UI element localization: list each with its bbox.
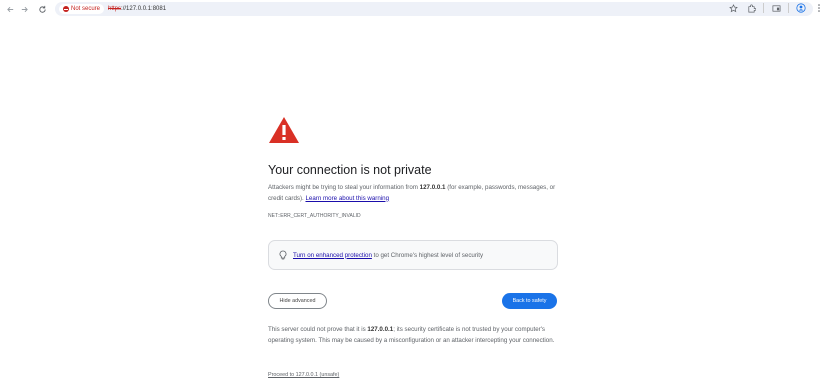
lightbulb-icon: [279, 250, 287, 260]
proceed-unsafe-link[interactable]: Proceed to 127.0.0.1 (unsafe): [268, 372, 339, 378]
not-secure-icon: [63, 6, 69, 12]
page-title: Your connection is not private: [268, 163, 432, 177]
enhanced-protection-box: Turn on enhanced protection to get Chrom…: [268, 240, 558, 270]
security-chip[interactable]: Not secure: [59, 4, 105, 14]
toolbar-divider: [763, 3, 764, 13]
toolbar-divider: [788, 3, 789, 13]
hide-advanced-button[interactable]: Hide advanced: [268, 293, 327, 309]
forward-icon[interactable]: [16, 1, 32, 17]
warning-icon: [269, 117, 299, 143]
security-chip-label: Not secure: [71, 6, 101, 12]
advanced-host: 127.0.0.1: [367, 326, 394, 333]
profile-icon[interactable]: [795, 2, 807, 14]
enhanced-protection-link[interactable]: Turn on enhanced protection: [293, 252, 372, 259]
menu-icon[interactable]: [813, 2, 825, 14]
star-icon[interactable]: [727, 2, 739, 14]
learn-more-link[interactable]: Learn more about this warning: [305, 195, 389, 202]
url-scheme: https: [108, 6, 122, 12]
reload-icon[interactable]: [34, 1, 50, 17]
advanced-text: This server could not prove that it is: [268, 326, 368, 333]
enhanced-protection-rest: to get Chrome's highest level of securit…: [371, 251, 484, 259]
extensions-icon[interactable]: [745, 2, 757, 14]
enhanced-protection-text: Turn on enhanced protection to get Chrom…: [293, 252, 483, 259]
main-message-text: Attackers might be trying to steal your …: [268, 184, 420, 191]
advanced-details: This server could not prove that it is 1…: [268, 325, 560, 346]
address-bar[interactable]: Not secure https://127.0.0.1:8081: [55, 2, 813, 16]
browser-toolbar: Not secure https://127.0.0.1:8081: [0, 0, 831, 18]
url-host: ://127.0.0.1:8081: [121, 6, 167, 12]
back-to-safety-button[interactable]: Back to safety: [502, 293, 557, 309]
main-message-host: 127.0.0.1: [419, 184, 446, 191]
tab-search-icon[interactable]: [770, 2, 782, 14]
main-message: Attackers might be trying to steal your …: [268, 183, 560, 204]
url-text[interactable]: https://127.0.0.1:8081: [108, 6, 166, 12]
error-code: NET::ERR_CERT_AUTHORITY_INVALID: [268, 213, 361, 219]
toolbar-right: [727, 2, 825, 14]
